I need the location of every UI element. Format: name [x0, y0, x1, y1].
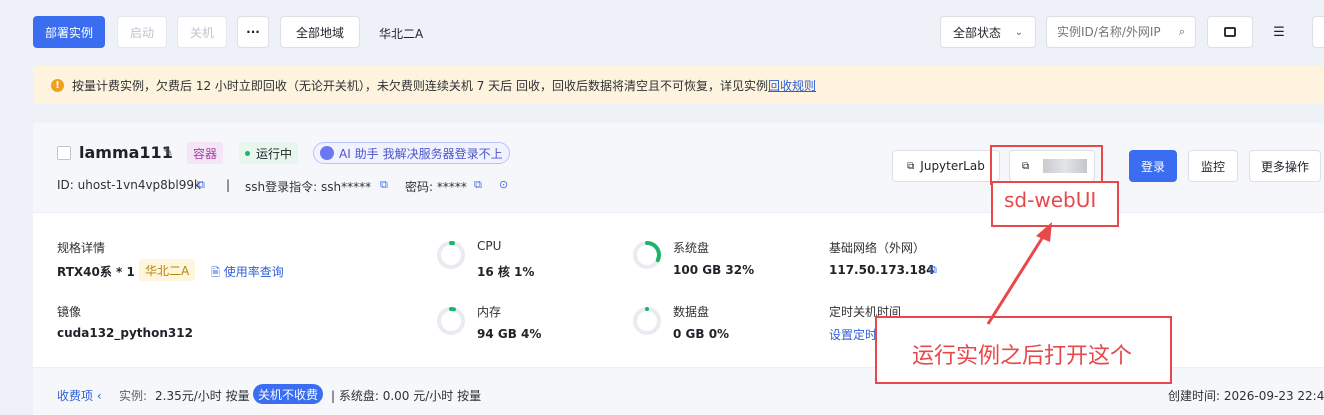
chevron-down-icon: ⌄ — [1014, 26, 1023, 38]
login-button[interactable]: 登录 — [1129, 150, 1177, 182]
region-tag: 华北二A — [139, 259, 196, 281]
annotation-callout: 运行实例之后打开这个 — [912, 344, 1133, 369]
region-current[interactable]: 华北二A — [379, 25, 423, 42]
system-disk-gauge — [633, 241, 661, 269]
cpu-label: CPU — [477, 239, 502, 253]
spec-label: 规格详情 — [57, 241, 106, 255]
status-text: 运行中 — [256, 146, 293, 161]
system-disk-price: | 系统盘: 0.00 元/小时 按量 — [331, 389, 482, 403]
ai-assistant-pill[interactable]: AI 助手 我解决服务器登录不上 — [313, 142, 510, 164]
created-time: 创建时间: 2026-09-23 22:40 — [1168, 389, 1324, 403]
annotation-highlight-box — [990, 145, 1103, 185]
data-disk-gauge — [633, 307, 661, 335]
status-filter-label: 全部状态 — [953, 25, 1002, 40]
ai-assistant-label: AI 助手 — [339, 146, 379, 161]
type-tag: 容器 — [187, 142, 224, 164]
more-options-icon[interactable]: ⊙ — [499, 178, 508, 191]
system-disk-label: 系统盘 — [673, 241, 710, 255]
memory-value: 94 GB 4% — [477, 327, 542, 341]
ssh-command: ssh登录指令: ssh***** — [245, 180, 372, 194]
copy-ip-icon[interactable]: ⧉ — [929, 263, 937, 277]
system-disk-value: 100 GB 32% — [673, 263, 755, 277]
recycle-notice: ! 按量计费实例，欠费后 12 小时立即回收（无论开关机），未欠费则连续关机 7… — [33, 66, 1324, 104]
copy-id-icon[interactable]: ⧉ — [197, 178, 205, 192]
search-box[interactable]: ⌕ — [1046, 16, 1196, 48]
chevron-left-icon: ‹ — [96, 389, 102, 403]
more-toolbar-button[interactable]: ··· — [237, 16, 269, 48]
external-link-icon: ⧉ — [907, 160, 915, 172]
monitor-button[interactable]: 监控 — [1188, 150, 1238, 182]
network-value: 117.50.173.184 — [829, 263, 935, 277]
image-value: cuda132_python312 — [57, 326, 193, 340]
list-view-icon: ☰ — [1273, 24, 1285, 40]
shutdown-button[interactable]: 关机 — [177, 16, 227, 48]
card-view-button[interactable] — [1207, 16, 1253, 48]
start-button[interactable]: 启动 — [117, 16, 167, 48]
deploy-button[interactable]: 部署实例 — [33, 16, 105, 48]
copy-ssh-icon[interactable]: ⧉ — [380, 178, 388, 192]
notice-text: 按量计费实例，欠费后 12 小时立即回收（无论开关机），未欠费则连续关机 7 天… — [72, 78, 816, 93]
instance-checkbox[interactable] — [57, 146, 71, 160]
search-input[interactable] — [1057, 25, 1167, 39]
more-actions-button[interactable]: 更多操作 — [1249, 150, 1321, 182]
instance-price-label: 实例: — [119, 389, 148, 403]
edit-name-icon[interactable]: ✎ — [163, 145, 173, 159]
data-disk-label: 数据盘 — [673, 305, 710, 319]
recycle-rules-link[interactable]: 回收规则 — [768, 79, 816, 93]
spec-value: RTX40系 * 1 — [57, 265, 135, 279]
network-label: 基础网络（外网） — [829, 241, 926, 255]
jupyterlab-label: JupyterLab — [920, 159, 985, 173]
search-icon[interactable]: ⌕ — [1179, 25, 1185, 39]
status-badge: 运行中 — [239, 142, 299, 164]
billing-items-link[interactable]: 收费项 ‹ — [57, 387, 102, 404]
jupyterlab-button[interactable]: ⧉ JupyterLab — [892, 150, 1000, 182]
region-all-button[interactable]: 全部地域 — [280, 16, 360, 48]
memory-gauge — [437, 307, 465, 335]
status-filter-select[interactable]: 全部状态 ⌄ — [940, 16, 1036, 48]
warning-icon: ! — [51, 78, 64, 92]
cpu-gauge — [437, 241, 465, 269]
memory-label: 内存 — [477, 305, 502, 319]
ai-assistant-prompt: 我解决服务器登录不上 — [382, 146, 503, 161]
ai-assistant-icon — [320, 146, 334, 160]
card-view-icon — [1224, 27, 1236, 37]
document-icon: 🗎 — [211, 266, 220, 279]
usage-link[interactable]: 🗎 使用率查询 — [211, 263, 284, 283]
image-label: 镜像 — [57, 305, 82, 319]
instance-name: lamma111 — [79, 143, 173, 162]
annotation-arrow — [986, 222, 1052, 325]
status-dot-icon — [245, 150, 250, 156]
data-disk-value: 0 GB 0% — [673, 327, 730, 341]
copy-password-icon[interactable]: ⧉ — [474, 178, 482, 192]
annotation-label: sd-webUI — [1004, 188, 1097, 212]
instance-id: ID: uhost-1vn4vp8bl99k — [57, 178, 201, 192]
cpu-value: 16 核 1% — [477, 265, 535, 279]
separator: | — [226, 178, 231, 192]
list-view-button[interactable]: ☰ — [1262, 16, 1296, 48]
instance-price: 2.35元/小时 按量 — [155, 389, 250, 403]
password-text: 密码: ***** — [405, 180, 467, 194]
shutdown-free-badge: 关机不收费 — [253, 384, 324, 404]
settings-view-button[interactable] — [1312, 16, 1324, 48]
